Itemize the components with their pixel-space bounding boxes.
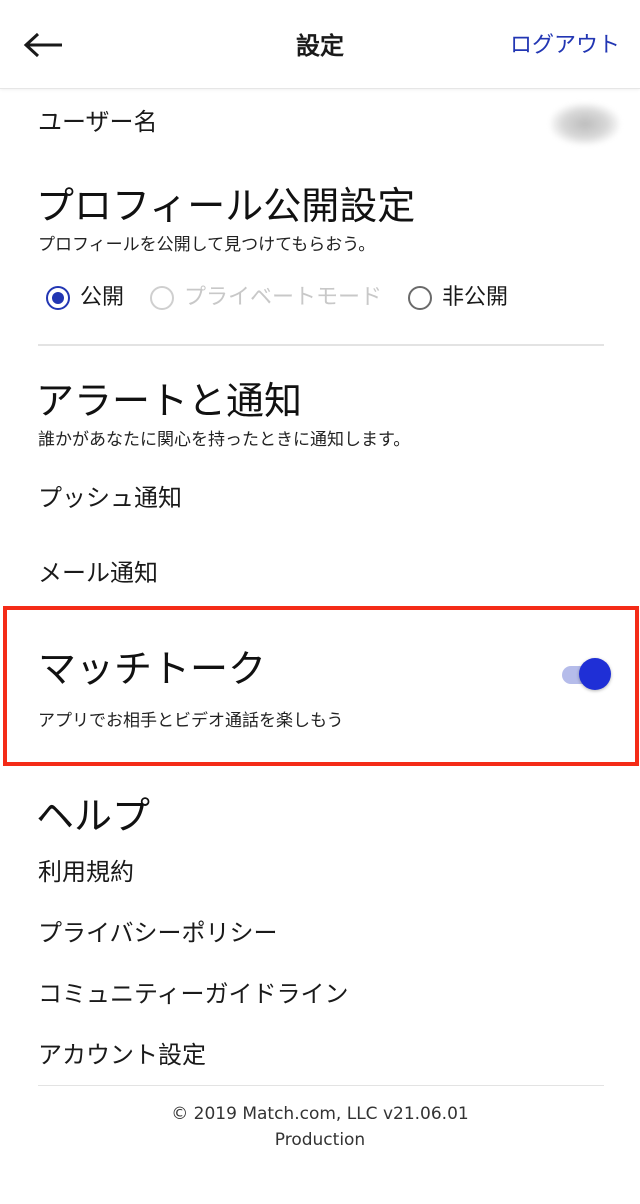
email-notification-item[interactable]: メール通知 [38, 555, 158, 591]
alerts-title: アラートと通知 [36, 379, 303, 423]
radio-hidden-label: 非公開 [442, 285, 509, 310]
account-settings-item[interactable]: アカウント設定 [38, 1037, 206, 1073]
community-guidelines-item[interactable]: コミュニティーガイドライン [38, 976, 349, 1012]
profile-visibility-title: プロフィール公開設定 [36, 184, 416, 228]
username-value-blurred [550, 103, 620, 145]
alerts-subtitle: 誰かがあなたに関心を持ったときに通知します。 [38, 430, 411, 450]
toggle-knob [579, 658, 611, 690]
footer-divider [38, 1085, 604, 1086]
section-divider [38, 344, 604, 346]
push-notification-item[interactable]: プッシュ通知 [38, 480, 182, 516]
match-talk-title: マッチトーク [38, 647, 267, 691]
top-app-bar: 設定 ログアウト [0, 0, 640, 89]
profile-visibility-radio-group: 公開 プライベートモード 非公開 [46, 280, 534, 316]
radio-public[interactable]: 公開 [46, 283, 124, 313]
radio-checked-icon [46, 286, 70, 310]
radio-public-label: 公開 [80, 285, 125, 310]
match-talk-subtitle: アプリでお相手とビデオ通話を楽しもう [38, 711, 344, 731]
radio-disabled-icon [150, 286, 175, 310]
help-title: ヘルプ [36, 794, 151, 838]
match-talk-toggle[interactable] [562, 655, 614, 693]
radio-private-mode-label: プライベートモード [184, 285, 383, 310]
radio-hidden[interactable]: 非公開 [408, 283, 508, 313]
terms-of-use-item[interactable]: 利用規約 [38, 854, 134, 890]
radio-unchecked-icon [408, 286, 433, 310]
profile-visibility-subtitle: プロフィールを公開して見つけてもらおう。 [38, 235, 376, 255]
copyright-text: © 2019 Match.com, LLC v21.06.01 [171, 1104, 469, 1124]
username-label: ユーザー名 [38, 108, 158, 136]
logout-button[interactable]: ログアウト [510, 28, 620, 64]
environment-text: Production [274, 1130, 366, 1150]
radio-private-mode[interactable]: プライベートモード [150, 283, 382, 313]
privacy-policy-item[interactable]: プライバシーポリシー [38, 915, 278, 951]
